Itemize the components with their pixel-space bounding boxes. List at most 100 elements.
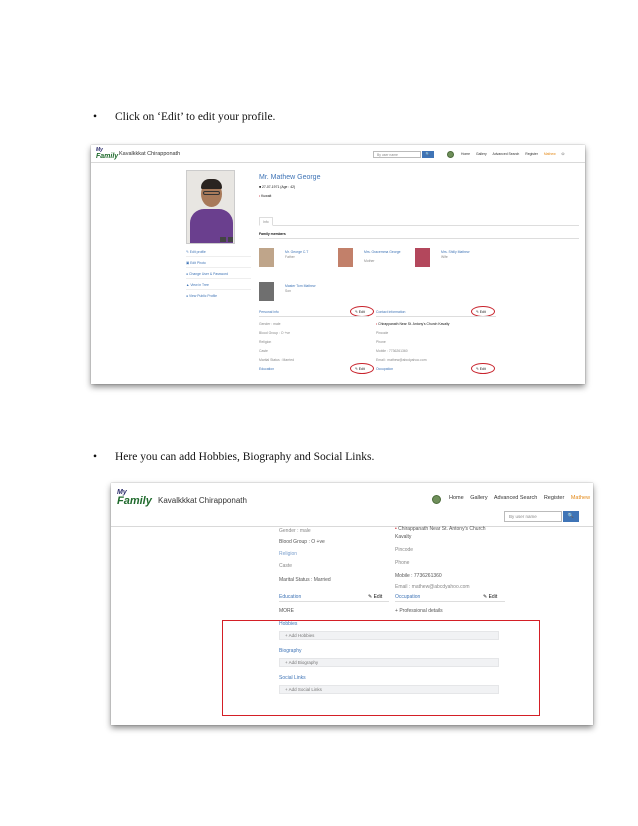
nav-register[interactable]: Register [544,495,564,501]
occupation-heading: Occupation [395,594,421,600]
member-avatar [259,282,274,301]
personal-row: Marital Status : Married [259,358,295,362]
personal-row: Gender : male [279,528,311,534]
power-icon[interactable]: ⏻ [562,152,565,156]
photo-shirt [190,209,233,243]
contact-row: • Chirappanath Near St. Antony's Church … [376,322,449,326]
bullet-text: Click on ‘Edit’ to edit your profile. [115,111,276,123]
section-divider [279,601,389,602]
sidebar-label: Edit profile [189,250,206,254]
family-brand: Kavalkkkat Chirapponath [119,151,181,157]
personal-row: Blood Group : O +ve [259,331,291,335]
contact-info-heading: Contact information [376,310,406,314]
sidebar-item-view-tree[interactable]: ▲ View in Tree [186,281,251,290]
language-globe-icon[interactable] [447,151,454,158]
search-input[interactable]: By user name [373,151,421,158]
section-divider [376,316,496,317]
photo-edit-icon[interactable] [220,237,226,242]
tab-bar: Info [259,216,579,226]
member-name: Master Tom Mathew [285,284,316,288]
site-logo[interactable]: My Family [96,148,119,161]
more-heading: MORE [279,608,294,614]
photo-glasses [203,191,220,195]
logo-text-2: Family [96,153,119,160]
language-globe-icon[interactable] [432,495,441,504]
sidebar-item-public-profile[interactable]: ● View Public Profile [186,292,251,300]
search-button[interactable]: 🔍 [422,151,434,158]
top-bar: My Family Kavalkkkat Chirapponath Home G… [111,483,593,527]
professional-text: Professional details [399,608,443,614]
contact-row: Email : mathew@abcdyahoo.com [395,584,470,590]
bullet-symbol: • [93,111,98,123]
edit-label: Edit [373,594,383,600]
nav-advanced-search[interactable]: Advanced Search [493,152,520,156]
bullet-symbol: • [93,451,98,463]
logo-text-2: Family [117,495,152,507]
member-name: Mr. George C.T [285,250,309,254]
edit-highlight-oval [350,363,374,374]
search-button[interactable]: 🔍 [563,511,579,522]
add-social-links-button[interactable]: + Add Social Links [279,685,499,694]
sidebar-item-edit-photo[interactable]: ▣ Edit Photo [186,259,251,268]
contact-row: Mobile : 7736261360 [395,573,442,579]
add-biography-button[interactable]: + Add Biography [279,658,499,667]
profile-photo [186,170,235,244]
education-heading: Education [279,594,302,600]
personal-info-heading: Personal info [259,310,279,314]
member-avatar [415,248,430,267]
site-logo[interactable]: My Family [117,489,152,507]
add-hobbies-button[interactable]: + Add Hobbies [279,631,499,640]
bullet-text: Here you can add Hobbies, Biography and … [115,451,375,463]
personal-row: Gender : male [259,322,281,326]
member-relation: Son [285,289,292,293]
edit-label: Edit [488,594,498,600]
nav-user[interactable]: Mathew [571,495,590,501]
education-heading: Education [259,367,275,371]
contact-row: Pincode [376,331,389,335]
education-edit-button[interactable]: ✎ Edit [368,594,382,600]
edit-highlight-oval [471,363,495,374]
personal-row: Blood Group : O +ve [279,539,325,545]
contact-row: Mobile : 7736261360 [376,349,408,353]
nav-home[interactable]: Home [449,495,464,501]
professional-details: + Professional details [395,608,443,614]
contact-row: Email : mathew@abcdyahoo.com [376,358,427,362]
section-divider [259,316,369,317]
personal-row: Religion [259,340,272,344]
contact-row: Phone [376,340,386,344]
personal-row: Religion [279,551,298,557]
contact-text: Chirappanath Near St. Antony's Church [398,526,486,532]
nav-user[interactable]: Mathew [544,152,556,156]
search-input[interactable]: By user name [504,511,562,522]
profile-screenshot: My Family Kavalkkkat Chirapponath By use… [91,145,585,384]
nav-advanced-search[interactable]: Advanced Search [494,495,537,501]
sidebar-item-change-password[interactable]: ● Change User & Password [186,270,251,279]
sidebar-item-edit-profile[interactable]: ✎ Edit profile [186,248,251,257]
occupation-edit-button[interactable]: ✎ Edit [483,594,497,600]
photo-hair [201,179,222,189]
nav-register[interactable]: Register [525,152,538,156]
tab-info[interactable]: Info [259,217,273,226]
sidebar-label: Edit Photo [190,261,206,265]
contact-row: Kavalty [395,534,412,540]
nav-gallery[interactable]: Gallery [476,152,487,156]
section-divider [395,601,505,602]
member-name: Mrs. Gracemma George [364,250,401,254]
sidebar-label: Change User & Password [189,272,229,276]
location-text: Kuwait [261,194,272,198]
member-relation: Mother [364,259,375,263]
nav-gallery[interactable]: Gallery [470,495,487,501]
hobbies-label: Hobbies [279,621,298,627]
member-relation: Father [285,255,295,259]
contact-row: Pincode [395,547,414,553]
nav-home[interactable]: Home [461,152,470,156]
sidebar-label: View Public Profile [189,294,218,298]
social-links-label: Social Links [279,675,306,681]
top-bar: My Family Kavalkkkat Chirapponath By use… [91,145,585,163]
family-brand: Kavalkkkat Chirapponath [158,496,247,505]
main-nav: Home Gallery Advanced Search Register Ma… [461,152,569,156]
profile-dob: ■ 27-07-1971 (Age : 42) [259,185,295,189]
profile-name: Mr. Mathew George [259,174,321,181]
photo-camera-icon[interactable] [228,237,233,242]
contact-row: • Chirappanath Near St. Antony's Church [395,526,486,532]
